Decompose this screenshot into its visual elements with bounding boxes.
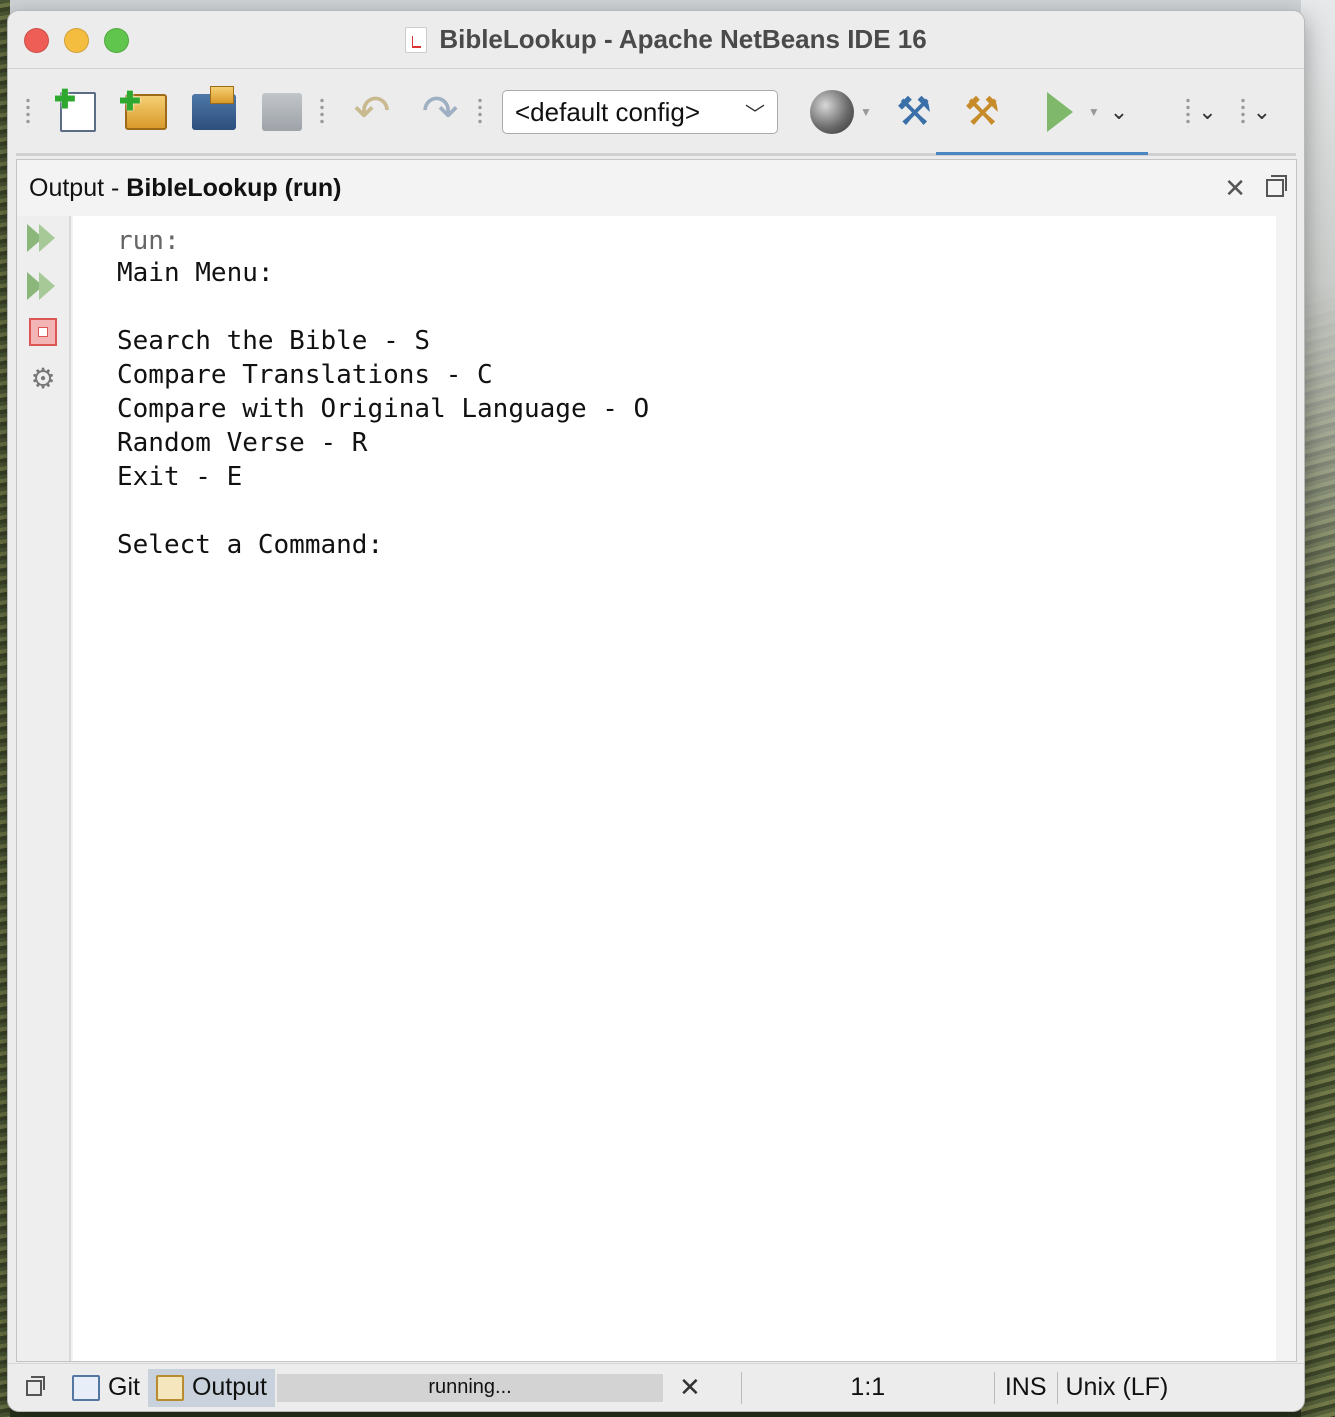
configuration-select-value: <default config> (515, 96, 701, 127)
console-line: run: (117, 226, 180, 256)
more-tools-icon[interactable]: ⌄ (1198, 99, 1216, 125)
console-line: Random Verse - R (117, 428, 368, 458)
window-title: BibleLookup - Apache NetBeans IDE 16 (439, 24, 927, 54)
active-indicator (936, 152, 1148, 155)
toolbar-grip[interactable] (26, 97, 30, 127)
more-tools-icon[interactable]: ⌄ (1110, 99, 1128, 125)
output-console[interactable]: run: Main Menu: Search the Bible - S Com… (73, 216, 1276, 1361)
status-bar: Git Output running... ✕ 1:1 INS Unix (LF… (8, 1363, 1304, 1411)
output-panel-title: Output - BibleLookup (run) (29, 174, 342, 203)
console-line: Select a Command: (117, 530, 384, 560)
output-tab[interactable]: Output (147, 1368, 276, 1407)
stop-icon[interactable] (29, 318, 57, 346)
new-project-button[interactable]: ✚ (119, 86, 170, 136)
cancel-process-icon[interactable]: ✕ (679, 1372, 701, 1403)
open-project-button[interactable] (190, 86, 238, 136)
progress-text: running... (428, 1376, 512, 1398)
settings-icon[interactable]: ⚙ (30, 362, 55, 395)
toolbar-grip[interactable] (1186, 97, 1191, 127)
output-title-name: BibleLookup (run) (126, 173, 342, 202)
new-file-button[interactable]: ✚ (54, 84, 102, 136)
main-toolbar: ✚ ✚ ↶ ↷ <default config> ﹀ ▼ ⚒ ⚒ ▼ ⌄ ⌄ ⌄ (8, 69, 1304, 156)
toolbar-grip[interactable] (320, 97, 324, 127)
console-line: Compare with Original Language - O (117, 394, 650, 424)
run-project-button[interactable] (1036, 88, 1084, 136)
restore-window-icon[interactable] (1266, 175, 1287, 197)
dropdown-arrow-icon[interactable]: ▼ (1088, 105, 1100, 119)
globe-icon (810, 90, 854, 134)
toolbar-grip[interactable] (478, 97, 482, 127)
git-tab[interactable]: Git (64, 1369, 148, 1407)
rerun-icon[interactable] (27, 222, 59, 254)
window-controls (24, 28, 129, 53)
more-tools-icon[interactable]: ⌄ (1253, 99, 1271, 125)
close-icon[interactable]: ✕ (1224, 173, 1246, 204)
rerun-with-params-icon[interactable] (27, 270, 59, 302)
console-line: Search the Bible - S (117, 326, 431, 356)
git-tab-label: Git (108, 1373, 140, 1401)
toolbar-grip[interactable] (1240, 97, 1245, 127)
ide-window: BibleLookup - Apache NetBeans IDE 16 ✚ ✚… (7, 10, 1305, 1412)
line-endings[interactable]: Unix (LF) (1058, 1373, 1177, 1402)
output-panel-header: Output - BibleLookup (run) ✕ (17, 160, 1296, 216)
output-panel-controls: ✕ (1224, 173, 1287, 204)
chevron-down-icon: ﹀ (745, 103, 765, 126)
git-icon (72, 1374, 100, 1401)
minimize-window-button[interactable] (64, 28, 89, 53)
close-window-button[interactable] (24, 28, 49, 53)
redo-icon: ↷ (421, 87, 459, 136)
undo-button[interactable]: ↶ (348, 88, 396, 136)
redo-button[interactable]: ↷ (416, 88, 464, 136)
run-icon (1046, 92, 1073, 132)
title-bar[interactable]: BibleLookup - Apache NetBeans IDE 16 (8, 11, 1304, 69)
browser-button[interactable] (808, 88, 856, 136)
console-line: Main Menu: (117, 258, 274, 288)
java-project-icon (405, 26, 428, 53)
save-all-icon (262, 93, 302, 131)
new-project-icon: ✚ (119, 86, 167, 130)
console-line: Compare Translations - C (117, 360, 493, 390)
clean-build-button[interactable]: ⚒ (958, 88, 1006, 136)
output-tab-label: Output (191, 1373, 268, 1401)
save-all-button[interactable] (258, 88, 306, 136)
undo-icon: ↶ (353, 87, 391, 136)
hammer-icon: ⚒ (895, 90, 932, 134)
insert-mode[interactable]: INS (995, 1373, 1057, 1402)
configuration-select[interactable]: <default config> ﹀ (502, 90, 778, 134)
zoom-window-button[interactable] (104, 28, 129, 53)
build-project-button[interactable]: ⚒ (890, 88, 938, 136)
clean-build-icon: ⚒ (963, 90, 1000, 134)
output-panel: Output - BibleLookup (run) ✕ ⚙ run: Main… (16, 159, 1297, 1362)
progress-bar[interactable]: running... (277, 1373, 664, 1402)
output-icon (155, 1374, 184, 1401)
new-file-icon: ✚ (54, 84, 96, 132)
desktop-background-right (1301, 0, 1335, 1417)
dropdown-arrow-icon[interactable]: ▼ (860, 105, 872, 119)
window-title-wrap: BibleLookup - Apache NetBeans IDE 16 (405, 24, 927, 55)
open-project-icon (192, 86, 236, 130)
caret-position: 1:1 (850, 1373, 886, 1401)
restore-windows-icon[interactable] (26, 1375, 45, 1396)
console-line: Exit - E (117, 462, 243, 492)
output-toolbar: ⚙ (17, 216, 71, 1361)
output-title-prefix: Output - (29, 173, 127, 202)
